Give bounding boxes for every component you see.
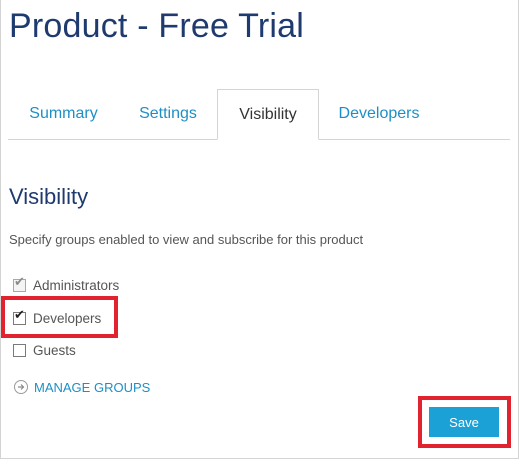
administrators-checkbox: ✔ [13, 274, 26, 292]
tab-visibility[interactable]: Visibility [217, 89, 319, 140]
section-heading: Visibility [9, 184, 89, 209]
tab-summary[interactable]: Summary [8, 89, 119, 139]
section-description: Specify groups enabled to view and subsc… [9, 232, 364, 247]
manage-groups-label: MANAGE GROUPS [34, 379, 151, 395]
tab-developers[interactable]: Developers [319, 89, 439, 139]
group-administrators: ✔ Administrators [13, 276, 119, 294]
page-title: Product - Free Trial [9, 7, 304, 45]
tab-settings[interactable]: Settings [119, 89, 217, 139]
tab-bar: Summary Settings Visibility Developers [8, 89, 517, 140]
group-guests[interactable]: Guests [13, 341, 76, 359]
manage-groups-link[interactable]: MANAGE GROUPS [14, 378, 150, 396]
group-label: Administrators [33, 277, 120, 293]
check-icon: ✔ [14, 274, 25, 290]
developers-highlight-box [1, 296, 118, 338]
save-highlight-box [418, 396, 511, 448]
guests-checkbox[interactable] [13, 343, 26, 357]
group-label: Guests [33, 342, 76, 358]
arrow-right-circle-icon [14, 380, 28, 394]
